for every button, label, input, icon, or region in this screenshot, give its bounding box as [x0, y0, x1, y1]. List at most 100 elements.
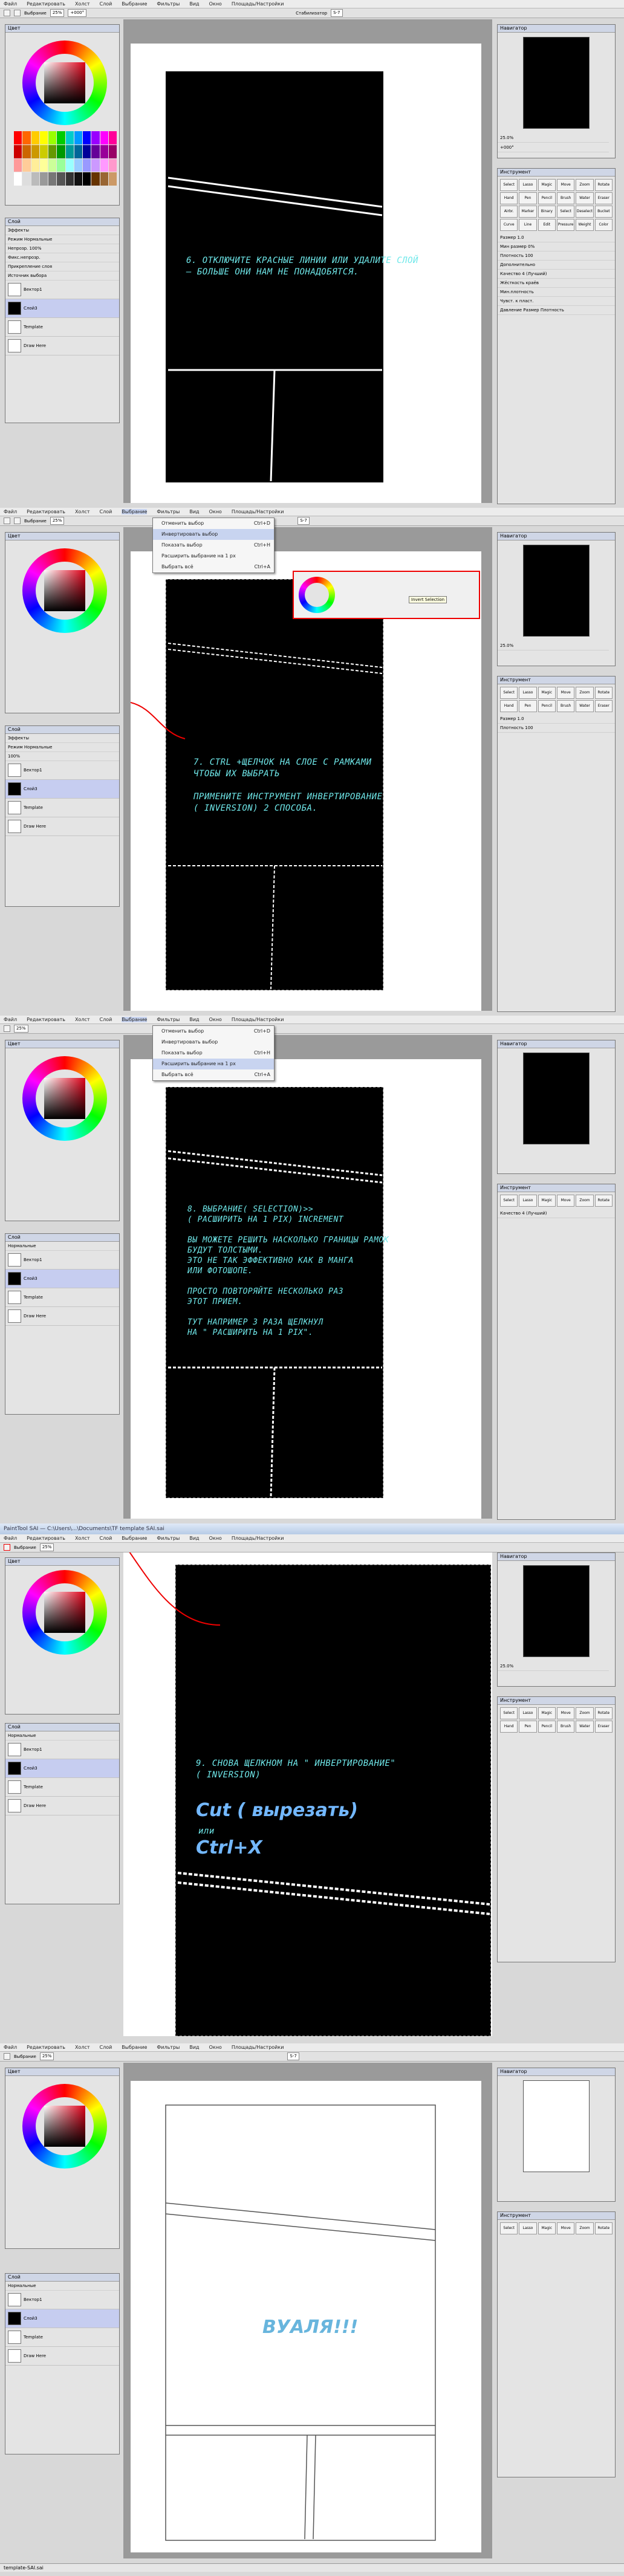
tool-button[interactable]: Lasso	[519, 179, 537, 191]
tool-button[interactable]: Zoom	[576, 687, 594, 699]
zoom-field[interactable]: 25%	[39, 2052, 54, 2060]
layer-row[interactable]: Template	[5, 2328, 119, 2347]
tool-button[interactable]: Edit	[538, 219, 556, 231]
tool-button[interactable]: Zoom	[576, 2222, 594, 2234]
menu-canvas[interactable]: Холст	[75, 1, 90, 7]
size-row[interactable]: Размер 1.0	[498, 233, 615, 242]
menu-settings[interactable]: Площадь/Настройки	[232, 509, 284, 514]
menu-canvas[interactable]: Холст	[75, 2045, 90, 2050]
layer-row[interactable]: Draw Here	[5, 1307, 119, 1326]
tool-button[interactable]: Zoom	[576, 1195, 594, 1207]
menu-settings[interactable]: Площадь/Настройки	[232, 1, 284, 7]
opacity-row[interactable]: 100%	[5, 752, 119, 761]
opacity-row[interactable]: Непрозр. 100%	[5, 244, 119, 253]
layer-row[interactable]: Вектор1	[5, 1741, 119, 1759]
color-wheel[interactable]	[22, 41, 107, 125]
tool-button[interactable]: Hand	[500, 192, 518, 204]
menu-selection[interactable]: Выбрание	[122, 509, 148, 514]
menu-item-invert[interactable]: Инвертировать выбор	[153, 1037, 274, 1048]
tool-button[interactable]: Rotate	[594, 179, 613, 191]
layer-row[interactable]: Слой3	[5, 1759, 119, 1778]
color-wheel[interactable]	[22, 1570, 107, 1655]
menu-item-select-all[interactable]: Выбрать всё Ctrl+A	[153, 562, 274, 573]
tool-button[interactable]: Rotate	[594, 1195, 613, 1207]
tool-button[interactable]: Color	[594, 219, 613, 231]
tool-button[interactable]: Pressure	[557, 219, 575, 231]
quality-value[interactable]: 4 (Лучший)	[522, 271, 547, 276]
navigator-preview[interactable]	[523, 545, 590, 637]
tool-button[interactable]: Pencil	[538, 1721, 556, 1733]
navigator-zoom[interactable]: 25.0%	[498, 134, 609, 143]
mode-value[interactable]: Нормальные	[24, 745, 53, 750]
tool-button[interactable]: Lasso	[519, 1707, 537, 1719]
menu-canvas[interactable]: Холст	[75, 1536, 90, 1541]
menu-item-expand[interactable]: Расширить выбрание на 1 px	[153, 551, 274, 562]
menu-view[interactable]: Вид	[189, 1, 199, 7]
tool-button[interactable]: Rotate	[594, 1707, 613, 1719]
menu-layer[interactable]: Слой	[100, 1536, 112, 1541]
layer-row[interactable]: Draw Here	[5, 1797, 119, 1815]
menu-filter[interactable]: Фильтры	[157, 2045, 180, 2050]
tool-button[interactable]: Pen	[519, 700, 537, 712]
menu-window[interactable]: Окно	[209, 1536, 222, 1541]
tool-button[interactable]: Marker	[519, 206, 537, 218]
tool-button[interactable]: Magic	[538, 1195, 556, 1207]
menu-canvas[interactable]: Холст	[75, 1017, 90, 1022]
menu-layer[interactable]: Слой	[100, 1, 112, 7]
menu-window[interactable]: Окно	[209, 1017, 222, 1022]
color-wheel[interactable]	[22, 548, 107, 633]
menu-window[interactable]: Окно	[209, 2045, 222, 2050]
mode-value[interactable]: Нормальные	[24, 237, 53, 242]
tool-button[interactable]: Select	[500, 2222, 518, 2234]
color-square[interactable]	[44, 570, 85, 611]
stabilizer-field[interactable]: S-7	[297, 517, 310, 525]
menu-edit[interactable]: Редактировать	[27, 1, 65, 7]
undo-button[interactable]	[4, 517, 10, 524]
undo-button[interactable]	[4, 1025, 10, 1032]
tool-button[interactable]: Rotate	[594, 687, 613, 699]
mode-row[interactable]: Режим Нормальные	[5, 235, 119, 244]
tool-button[interactable]: Magic	[538, 2222, 556, 2234]
check-selection-source[interactable]: Источник выбора	[5, 271, 119, 281]
size-value[interactable]: 1.0	[518, 235, 524, 240]
angle-field[interactable]: +000°	[68, 9, 87, 17]
quality-row[interactable]: Качество 4 (Лучший)	[498, 1209, 615, 1218]
tool-button[interactable]: Select	[500, 179, 518, 191]
tool-button[interactable]: Lasso	[519, 1195, 537, 1207]
stabilizer-field[interactable]: S-7	[287, 2052, 299, 2060]
tool-button[interactable]: Pen	[519, 1721, 537, 1733]
canvas-area[interactable]: ВУАЛЯ!!!	[123, 2063, 492, 2558]
menu-view[interactable]: Вид	[189, 1017, 199, 1022]
menu-layer[interactable]: Слой	[100, 509, 112, 514]
zoom-field[interactable]: 25%	[50, 9, 65, 17]
density-row[interactable]: Плотность 100	[498, 724, 615, 733]
density-row[interactable]: Плотность 100	[498, 251, 615, 261]
tool-button[interactable]: Weight	[576, 219, 594, 231]
pressure-density-check[interactable]: Плотность	[541, 308, 564, 313]
tool-button[interactable]: Eraser	[594, 1721, 613, 1733]
tool-button[interactable]: Water	[576, 1721, 594, 1733]
tool-button[interactable]: Brush	[557, 1721, 575, 1733]
tool-button[interactable]: Zoom	[576, 179, 594, 191]
menu-filter[interactable]: Фильтры	[157, 1, 180, 7]
menu-window[interactable]: Окно	[209, 1, 222, 7]
tool-button[interactable]: Eraser	[594, 192, 613, 204]
menu-item-show-selection[interactable]: Показать выбор Ctrl+H	[153, 540, 274, 551]
quality-row[interactable]: Качество 4 (Лучший)	[498, 270, 615, 279]
mode-row[interactable]: Режим Нормальные	[5, 743, 119, 752]
canvas-area[interactable]: 8. ВЫБРАНИЕ( SELECTION)>> ( РАСШИРИТЬ НА…	[123, 1035, 492, 1519]
color-square[interactable]	[44, 2106, 85, 2147]
tool-button[interactable]: Water	[576, 700, 594, 712]
canvas-area[interactable]: 9. СНОВА ЩЕЛКНОМ НА " ИНВЕРТИРОВАНИЕ" ( …	[123, 1552, 492, 2036]
tool-button[interactable]: Magic	[538, 179, 556, 191]
invert-selection-button[interactable]	[4, 1544, 10, 1551]
tool-button[interactable]: Hand	[500, 1721, 518, 1733]
menu-item-deselect[interactable]: Отменить выбор Ctrl+D	[153, 518, 274, 529]
mode-row[interactable]: Нормальные	[5, 1731, 119, 1741]
tool-button[interactable]: Magic	[538, 1707, 556, 1719]
navigator-zoom[interactable]: 25.0%	[498, 641, 609, 650]
tool-button[interactable]: Eraser	[594, 700, 613, 712]
effects-row[interactable]: Эффекты	[5, 226, 119, 235]
zoom-field[interactable]: 25%	[50, 517, 65, 525]
tool-button[interactable]: Pencil	[538, 192, 556, 204]
